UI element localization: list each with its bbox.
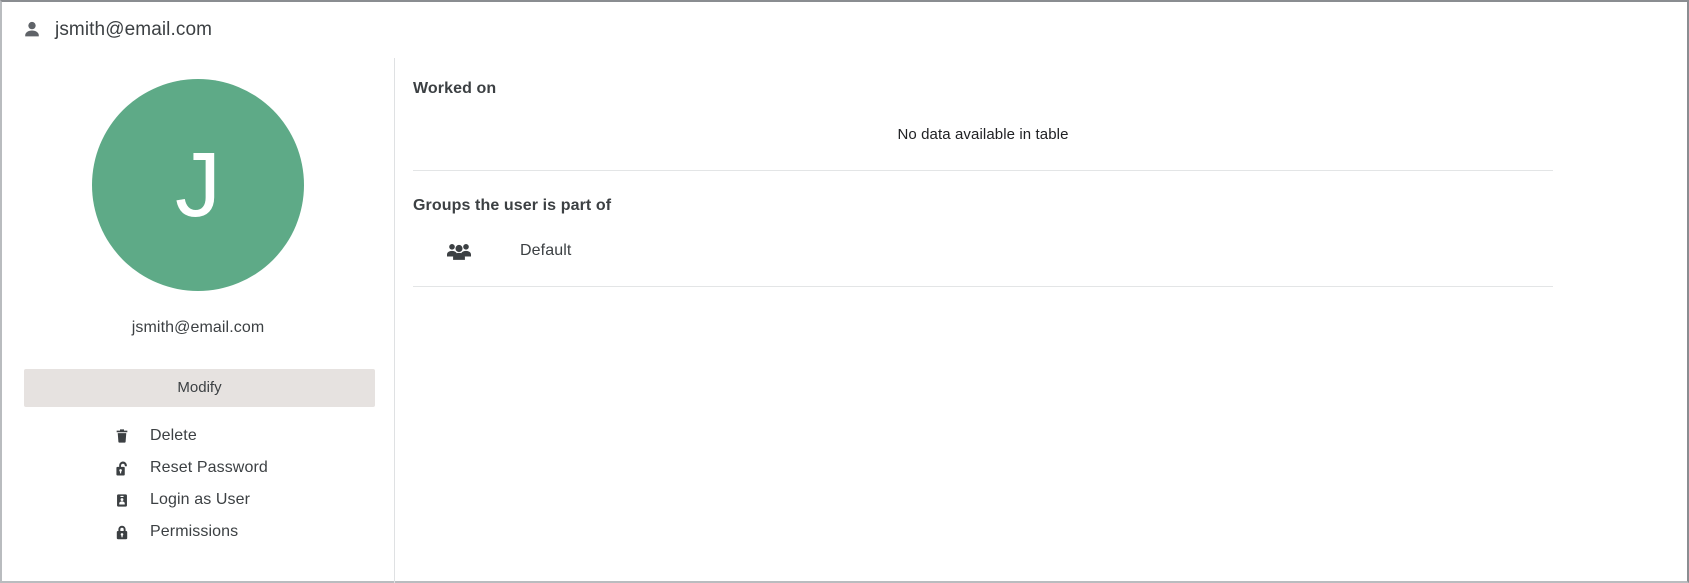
action-label: Permissions: [150, 523, 239, 540]
user-actions-list: Delete Reset Password Login as User Perm…: [24, 420, 372, 548]
group-row-default[interactable]: Default: [413, 215, 1553, 287]
page-title: jsmith@email.com: [55, 19, 213, 40]
avatar-initial: J: [175, 134, 221, 236]
modify-button[interactable]: Modify: [24, 369, 375, 407]
group-people-icon: [445, 240, 473, 262]
person-icon: [21, 19, 43, 41]
avatar: J: [92, 79, 304, 291]
worked-on-title: Worked on: [413, 80, 497, 97]
id-badge-icon: [113, 490, 131, 510]
user-detail-page: jsmith@email.com J jsmith@email.com Modi…: [0, 0, 1689, 583]
worked-on-empty-message: No data available in table: [897, 125, 1069, 143]
action-reset-password[interactable]: Reset Password: [113, 452, 372, 484]
worked-on-table: No data available in table: [413, 98, 1553, 171]
action-permissions[interactable]: Permissions: [113, 516, 372, 548]
action-label: Delete: [150, 427, 197, 444]
page-header: jsmith@email.com: [2, 2, 1687, 58]
action-label: Reset Password: [150, 459, 268, 476]
content-area: J jsmith@email.com Modify Delete Reset P…: [2, 58, 1687, 583]
profile-email: jsmith@email.com: [131, 319, 265, 336]
groups-title: Groups the user is part of: [413, 197, 612, 214]
trash-icon: [113, 426, 131, 446]
lock-icon: [113, 522, 131, 542]
action-login-as-user[interactable]: Login as User: [113, 484, 372, 516]
unlock-icon: [113, 458, 131, 478]
action-label: Login as User: [150, 491, 251, 508]
profile-sidebar: J jsmith@email.com Modify Delete Reset P…: [2, 58, 395, 583]
details-panel: Worked on No data available in table Gro…: [395, 58, 1687, 287]
group-label: Default: [520, 241, 572, 259]
action-delete[interactable]: Delete: [113, 420, 372, 452]
